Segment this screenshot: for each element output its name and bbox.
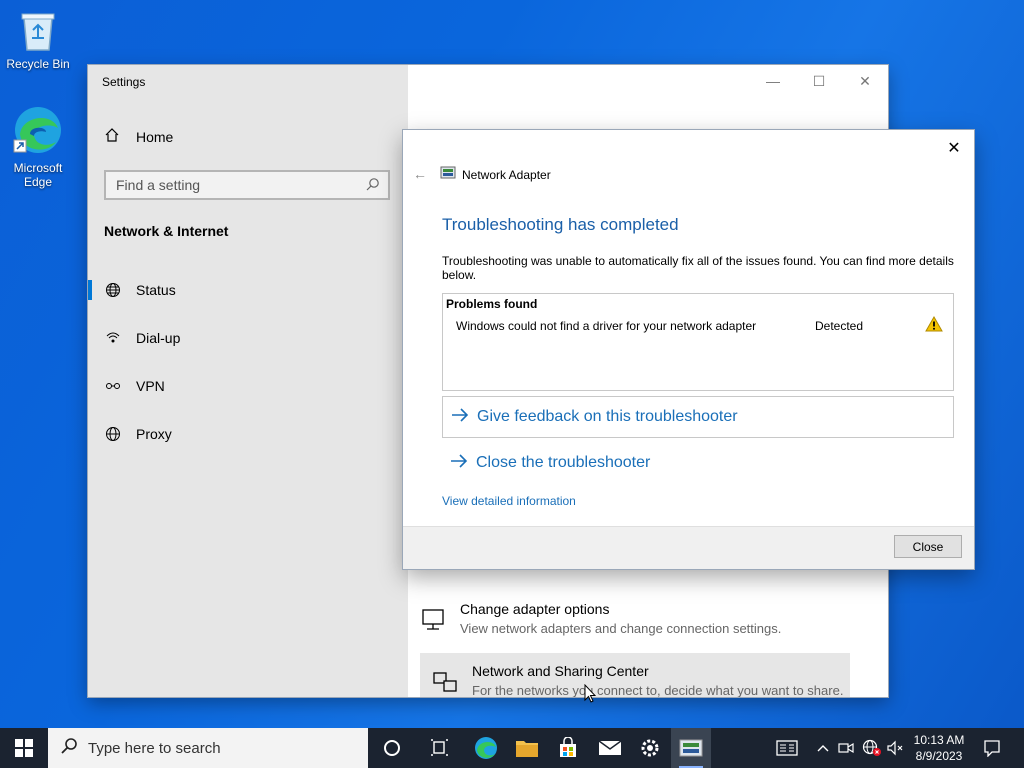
notifications-icon[interactable]: [980, 728, 1004, 768]
dialog-footer: Close: [403, 526, 974, 569]
task-view-icon: [431, 739, 448, 756]
arrow-right-icon: [451, 407, 469, 427]
window-controls: — ☐ ✕: [750, 65, 888, 97]
edge-icon: [475, 737, 497, 759]
edge-label-line2: Edge: [23, 175, 53, 189]
search-placeholder: Find a setting: [116, 177, 201, 193]
task-view-button[interactable]: [420, 728, 460, 768]
news-widget-icon[interactable]: [772, 728, 802, 768]
monitor-network-icon: [420, 607, 448, 638]
network-sharing-desc: For the networks you connect to, decide …: [472, 683, 844, 697]
taskbar: Type here to search 10:13 AM 8/9/2023: [0, 728, 1024, 768]
vpn-icon: [104, 378, 122, 394]
close-window-button[interactable]: ✕: [842, 65, 888, 97]
arrow-right-icon: [450, 453, 468, 473]
network-sharing-icon: [432, 669, 460, 697]
taskbar-search-placeholder: Type here to search: [88, 739, 221, 757]
settings-taskbar-button[interactable]: [630, 728, 670, 768]
give-feedback-label: Give feedback on this troubleshooter: [477, 408, 738, 425]
close-troubleshooter-link[interactable]: Close the troubleshooter: [442, 443, 952, 483]
nav-vpn-label: VPN: [136, 378, 165, 394]
edge-icon: [1, 104, 75, 159]
nav-proxy[interactable]: Proxy: [88, 416, 408, 452]
maximize-button[interactable]: ☐: [796, 65, 842, 97]
warning-icon: [925, 315, 943, 337]
recycle-bin-desktop-icon[interactable]: Recycle Bin: [1, 8, 75, 71]
store-icon: [560, 737, 576, 757]
dialog-app-name: Network Adapter: [462, 167, 551, 182]
change-adapter-title: Change adapter options: [460, 601, 610, 617]
nav-status[interactable]: Status: [88, 272, 408, 308]
edge-taskbar-button[interactable]: [466, 728, 506, 768]
file-explorer-button[interactable]: [507, 728, 547, 768]
globe-icon: [104, 282, 122, 298]
nav-dialup[interactable]: Dial-up: [88, 320, 408, 356]
give-feedback-link[interactable]: Give feedback on this troubleshooter: [442, 396, 954, 438]
windows-logo-icon: [15, 739, 33, 757]
settings-sidebar: Settings Home Find a setting Network & I…: [88, 65, 408, 697]
clock[interactable]: 10:13 AM 8/9/2023: [905, 732, 973, 764]
search-icon: [60, 737, 78, 759]
mouse-cursor-icon: [584, 683, 597, 709]
problems-header: Problems found: [446, 297, 538, 311]
problem-description[interactable]: Windows could not find a driver for your…: [456, 319, 756, 333]
store-button[interactable]: [548, 728, 588, 768]
dialup-icon: [104, 330, 122, 346]
network-adapter-icon: [440, 166, 456, 183]
problems-found-box: Problems found Windows could not find a …: [442, 293, 954, 391]
start-button[interactable]: [0, 728, 48, 768]
folder-icon: [516, 741, 538, 757]
network-adapter-icon: [679, 739, 703, 757]
cortana-icon: [384, 740, 400, 756]
network-sharing-center[interactable]: Network and Sharing Center For the netwo…: [420, 653, 850, 697]
chevron-up-icon[interactable]: [814, 728, 832, 768]
nav-proxy-label: Proxy: [136, 426, 172, 442]
recycle-bin-icon: [1, 8, 75, 55]
network-globe-icon[interactable]: [860, 728, 884, 768]
home-nav[interactable]: Home: [104, 127, 173, 146]
gear-icon: [641, 739, 659, 757]
nav-vpn[interactable]: VPN: [88, 368, 408, 404]
home-label: Home: [136, 128, 174, 145]
network-adapter-taskbar-button[interactable]: [671, 728, 711, 768]
dialog-close-x[interactable]: ✕: [942, 136, 966, 160]
close-button[interactable]: Close: [894, 535, 962, 558]
volume-muted-icon[interactable]: [884, 728, 906, 768]
recycle-bin-label: Recycle Bin: [6, 57, 70, 71]
nav-status-label: Status: [136, 282, 176, 298]
back-arrow-icon[interactable]: ←: [413, 166, 427, 182]
edge-desktop-icon[interactable]: Microsoft Edge: [1, 104, 75, 189]
settings-search-input[interactable]: Find a setting: [104, 170, 390, 200]
mail-button[interactable]: [590, 728, 630, 768]
search-icon: [366, 177, 380, 194]
home-icon: [104, 127, 122, 146]
meet-now-icon[interactable]: [836, 728, 856, 768]
change-adapter-desc: View network adapters and change connect…: [460, 621, 782, 636]
dialog-app-title: Network Adapter: [440, 166, 551, 183]
settings-title: Settings: [102, 75, 146, 89]
nav-dialup-label: Dial-up: [136, 330, 181, 346]
globe-icon: [104, 426, 122, 442]
cortana-button[interactable]: [372, 728, 412, 768]
troubleshooter-dialog: ✕ ← Network Adapter Troubleshooting has …: [403, 130, 974, 569]
taskbar-search-box[interactable]: Type here to search: [48, 728, 368, 768]
dialog-description: Troubleshooting was unable to automatica…: [442, 254, 954, 282]
clock-time: 10:13 AM: [913, 733, 965, 747]
network-sharing-title: Network and Sharing Center: [472, 663, 649, 679]
dialog-heading: Troubleshooting has completed: [442, 215, 679, 234]
edge-label-line1: Microsoft: [13, 161, 63, 175]
change-adapter-options[interactable]: Change adapter options View network adap…: [420, 601, 850, 638]
view-detailed-info-link[interactable]: View detailed information: [442, 494, 576, 508]
minimize-button[interactable]: —: [750, 65, 796, 97]
mail-icon: [598, 740, 622, 755]
section-heading: Network & Internet: [104, 223, 229, 239]
problem-status: Detected: [815, 319, 864, 333]
close-troubleshooter-label: Close the troubleshooter: [476, 454, 651, 471]
clock-date: 8/9/2023: [915, 749, 963, 763]
